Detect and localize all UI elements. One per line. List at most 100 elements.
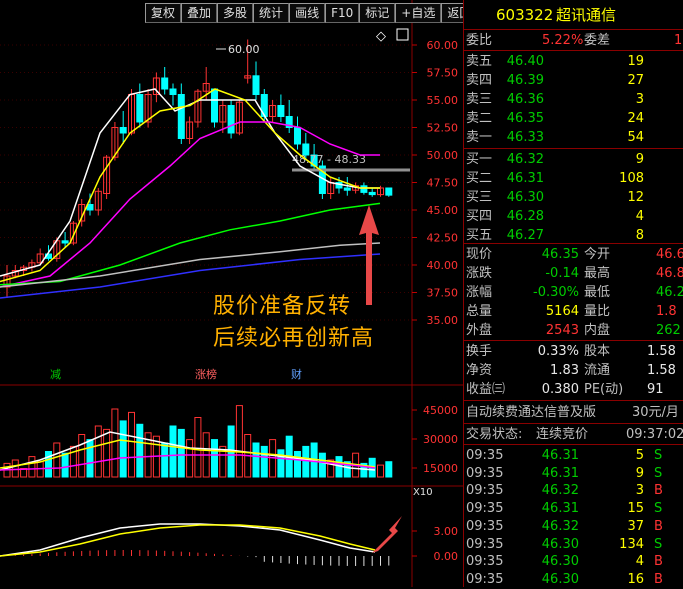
- tick-time: 09:35: [466, 554, 504, 570]
- level-label: 卖四: [466, 73, 493, 88]
- toolbar-button-draw-line[interactable]: 画线: [289, 3, 326, 23]
- level-label: 买二: [466, 171, 493, 186]
- toolbar-button-restore-rights[interactable]: 复权: [145, 3, 182, 23]
- toolbar-button-multi-stock[interactable]: 多股: [217, 3, 254, 23]
- event-marker-finance: 财: [291, 367, 302, 381]
- volume-bar: [103, 428, 111, 478]
- level-price: 46.28: [506, 209, 544, 224]
- price-axis-label: 47.50: [427, 177, 459, 190]
- level-price: 46.31: [506, 171, 544, 186]
- level-price: 46.33: [506, 130, 544, 145]
- macd-axis-label: 0.00: [434, 550, 459, 563]
- quote-label: 外盘: [466, 323, 493, 338]
- level-price: 46.32: [506, 152, 544, 167]
- candle-body: [169, 88, 177, 95]
- macd-dea-line: [0, 524, 376, 557]
- quote-label: 现价: [466, 247, 493, 262]
- status-value: 连续竞价: [536, 427, 589, 442]
- quote-label: 内盘: [584, 323, 611, 338]
- weicha-value: 1: [674, 33, 683, 48]
- level-volume: 12: [627, 190, 644, 205]
- level-volume: 27: [627, 73, 644, 88]
- ma20-line: [0, 121, 380, 288]
- quote-label: 最低: [584, 285, 611, 300]
- quote-row: 外盘 2543 内盘 262: [464, 321, 683, 340]
- level-label: 卖一: [466, 130, 493, 145]
- price-axis-label: 45.00: [427, 204, 459, 217]
- quote-label: 今开: [584, 247, 611, 262]
- candle-body: [177, 94, 185, 139]
- tick-volume: 37: [627, 518, 644, 534]
- ad-row[interactable]: 自动续费通达信普及版 30元/月: [464, 403, 683, 422]
- fund-value: 0.380: [541, 382, 579, 397]
- tick-price: 46.30: [541, 571, 579, 587]
- fund-label: 流通: [584, 363, 611, 378]
- volume-ma-line: [0, 431, 376, 471]
- candle-body: [294, 127, 301, 145]
- trade-status-row: 交易状态: 连续竞价 09:37:02: [464, 425, 683, 444]
- volume-bar: [169, 425, 177, 478]
- level-volume: 4: [635, 209, 644, 224]
- level-label: 买三: [466, 190, 493, 205]
- quote-value: -0.14: [545, 266, 579, 281]
- candle-body: [161, 77, 169, 90]
- quote-value: 2543: [545, 323, 579, 338]
- price-axis-label: 57.50: [427, 67, 459, 80]
- sell-level: 卖五 46.40 19: [464, 52, 683, 71]
- tick-side: B: [654, 571, 663, 587]
- tick-volume: 16: [627, 571, 644, 587]
- candle-body: [252, 75, 260, 96]
- tick-volume: 5: [635, 448, 644, 463]
- annotation-line-1: 股价准备反转: [213, 294, 352, 319]
- quote-row: 现价 46.35 今开 46.6: [464, 245, 683, 264]
- price-axis-label: 60.00: [427, 39, 459, 52]
- candle-body: [119, 127, 127, 134]
- quote-value: 1.8: [656, 304, 677, 319]
- fund-label: 股本: [584, 344, 611, 359]
- ad-text: 自动续费通达信普及版: [466, 405, 597, 420]
- toolbar-button-f10[interactable]: F10: [325, 3, 360, 23]
- tick-volume: 3: [635, 483, 644, 499]
- volume-bar: [194, 417, 202, 478]
- buy-level: 买二 46.31 108: [464, 169, 683, 188]
- quote-value: -0.30%: [533, 285, 579, 300]
- price-axis-label: 42.50: [427, 232, 459, 245]
- toolbar-button-statistics[interactable]: 统计: [253, 3, 290, 23]
- toolbar-button-add-watchlist[interactable]: +自选: [395, 3, 442, 23]
- tick-row: 09:35 46.32 3 B: [464, 481, 683, 500]
- annotation-line-2: 后续必再创新高: [213, 326, 375, 351]
- macd-axis-label: 3.00: [434, 525, 459, 538]
- tick-time: 09:35: [466, 571, 504, 587]
- candle-body: [360, 185, 368, 193]
- price-axis-label: 50.00: [427, 149, 459, 162]
- sell-level: 卖四 46.39 27: [464, 71, 683, 90]
- toolbar-button-overlay[interactable]: 叠加: [181, 3, 218, 23]
- quote-value: 5164: [545, 304, 579, 319]
- candle-body: [385, 187, 393, 196]
- volume-bar: [252, 442, 260, 478]
- weibi-value: 5.22%: [542, 33, 584, 48]
- tick-price: 46.30: [541, 536, 579, 552]
- level-volume: 3: [635, 92, 644, 107]
- quote-row: 涨跌 -0.14 最高 46.8: [464, 264, 683, 283]
- candle-body: [136, 94, 144, 123]
- tick-row: 09:35 46.31 15 S: [464, 499, 683, 518]
- tick-row: 09:35 46.31 9 S: [464, 464, 683, 483]
- quote-value: 46.8: [656, 266, 683, 281]
- toolbar-button-mark[interactable]: 标记: [359, 3, 396, 23]
- tick-side: S: [654, 448, 663, 463]
- tick-price: 46.32: [541, 483, 579, 499]
- level-volume: 9: [635, 152, 644, 167]
- tick-row: 09:35 46.30 16 B: [464, 570, 683, 589]
- quote-value: 46.6: [656, 247, 683, 262]
- stock-name: 超讯通信: [556, 6, 617, 24]
- level-volume: 24: [627, 111, 644, 126]
- volume-bar: [86, 439, 94, 478]
- tick-price: 46.31: [541, 448, 579, 463]
- weicha-label: 委差: [584, 33, 611, 48]
- tick-time: 09:35: [466, 518, 504, 534]
- fund-row: 净资 1.83 流通 1.58: [464, 361, 683, 380]
- window-icon: [396, 28, 409, 41]
- tick-price: 46.32: [541, 518, 579, 534]
- candle-body: [61, 240, 69, 244]
